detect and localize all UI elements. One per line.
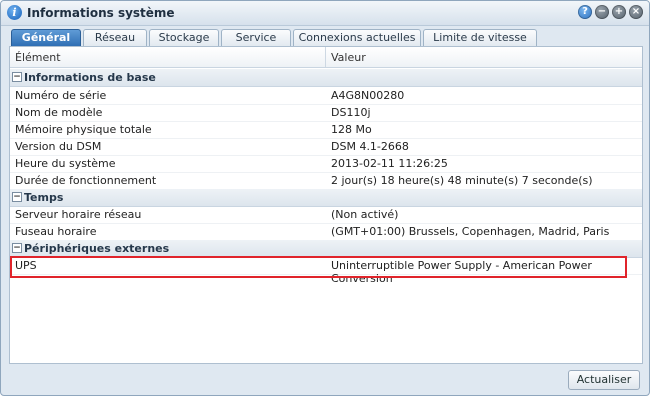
table-row[interactable]: Nom de modèle DS110j xyxy=(10,104,642,122)
column-header-value[interactable]: Valeur xyxy=(331,51,366,64)
tab-bar: Général Réseau Stockage Service Connexio… xyxy=(11,29,537,46)
table-row[interactable]: Mémoire physique totale 128 Mo xyxy=(10,121,642,139)
grid-header: Élément Valeur xyxy=(10,47,642,68)
collapse-icon[interactable]: − xyxy=(12,72,22,82)
column-header-element[interactable]: Élément xyxy=(15,51,61,64)
table-row[interactable]: UPS Uninterruptible Power Supply - Ameri… xyxy=(10,257,642,285)
info-icon: i xyxy=(7,5,22,20)
table-row[interactable]: Fuseau horaire (GMT+01:00) Brussels, Cop… xyxy=(10,223,642,241)
title-bar: i Informations système ? − + × xyxy=(1,1,649,26)
close-icon[interactable]: × xyxy=(629,5,643,19)
table-row[interactable]: Durée de fonctionnement 2 jour(s) 18 heu… xyxy=(10,172,642,190)
system-info-window: i Informations système ? − + × Général R… xyxy=(0,0,650,396)
help-icon[interactable]: ? xyxy=(578,5,592,19)
tab-current-connections[interactable]: Connexions actuelles xyxy=(293,29,421,46)
table-row[interactable]: Heure du système 2013-02-11 11:26:25 xyxy=(10,155,642,173)
collapse-icon[interactable]: − xyxy=(12,243,22,253)
group-time[interactable]: − Temps xyxy=(10,189,642,207)
maximize-icon[interactable]: + xyxy=(612,5,626,19)
tab-general[interactable]: Général xyxy=(11,29,81,46)
minimize-icon[interactable]: − xyxy=(595,5,609,19)
tab-storage[interactable]: Stockage xyxy=(149,29,219,46)
refresh-button[interactable]: Actualiser xyxy=(568,370,640,390)
tab-network[interactable]: Réseau xyxy=(83,29,147,46)
group-basic-info[interactable]: − Informations de base xyxy=(10,69,642,87)
info-grid: Élément Valeur − Informations de base Nu… xyxy=(9,46,643,364)
tab-service[interactable]: Service xyxy=(221,29,291,46)
window-title: Informations système xyxy=(27,6,175,20)
tab-speed-limit[interactable]: Limite de vitesse xyxy=(423,29,537,46)
table-row[interactable]: Version du DSM DSM 4.1-2668 xyxy=(10,138,642,156)
group-external-devices[interactable]: − Périphériques externes xyxy=(10,240,642,258)
table-row[interactable]: Serveur horaire réseau (Non activé) xyxy=(10,206,642,224)
collapse-icon[interactable]: − xyxy=(12,192,22,202)
table-row[interactable]: Numéro de série A4G8N00280 xyxy=(10,87,642,105)
